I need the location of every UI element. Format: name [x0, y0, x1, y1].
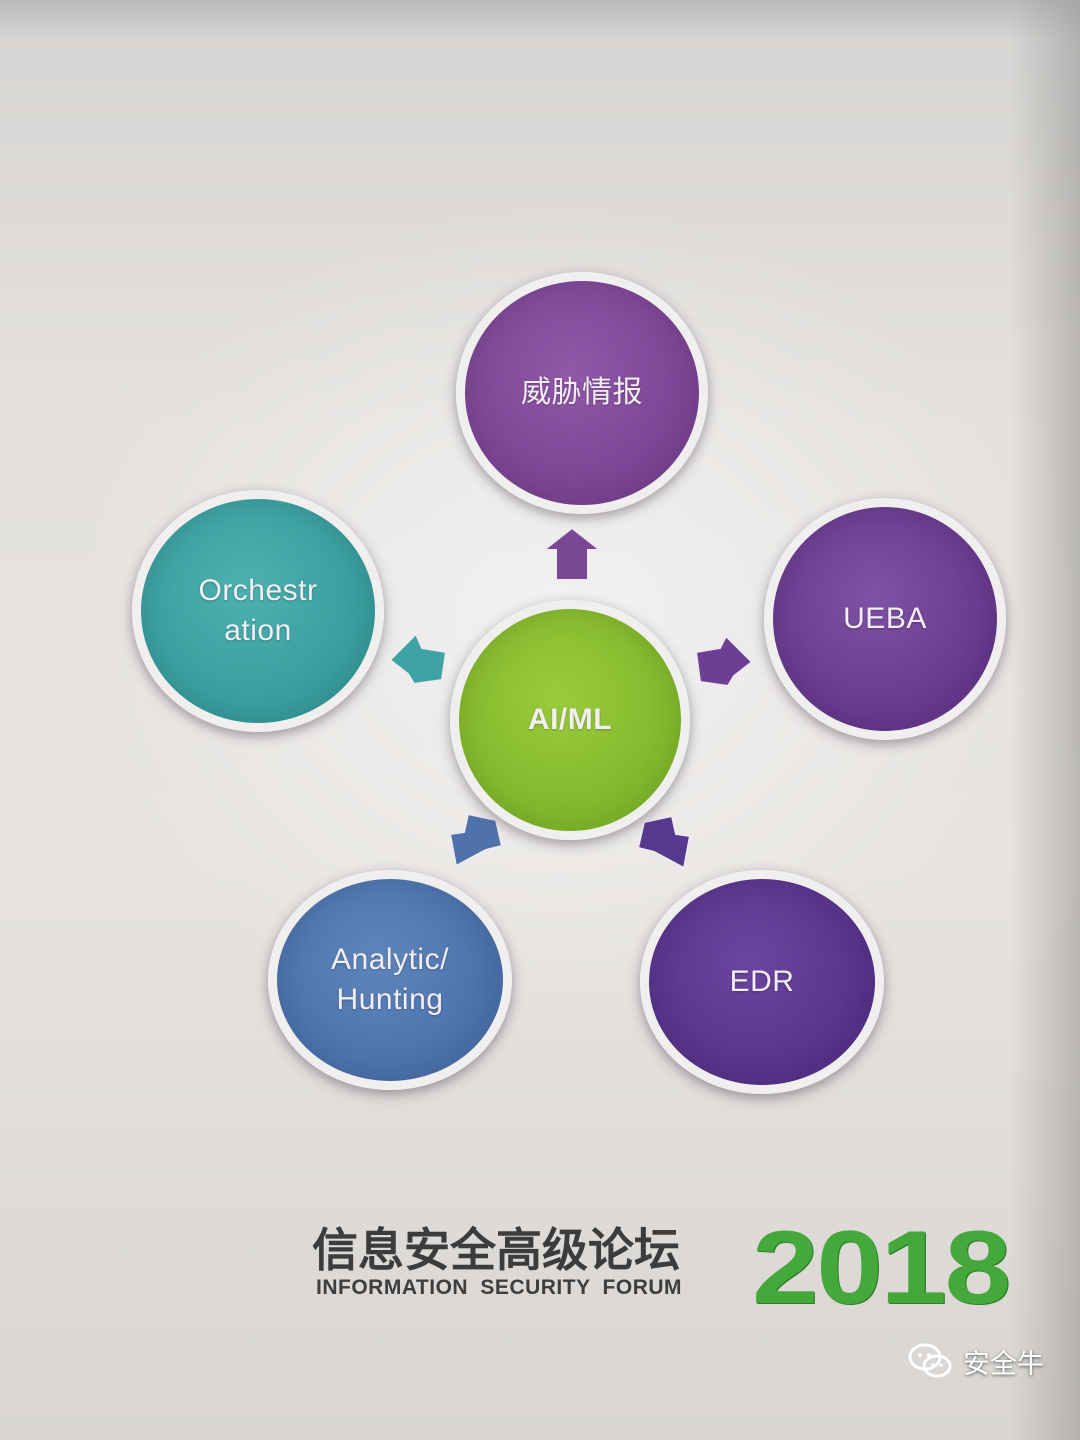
forum-name-en: INFORMATION SECURITY FORUM — [316, 1276, 683, 1299]
forum-logo: 信息安全高级论坛 INFORMATION SECURITY FORUM 2018 — [312, 1210, 1052, 1320]
forum-year: 2018 — [752, 1210, 1011, 1326]
arrow-to-analytic-hunting — [448, 812, 504, 868]
node-edr: EDR — [640, 870, 884, 1094]
arrow-shape — [636, 814, 692, 870]
node-center-ai-ml: AI/ML — [450, 600, 690, 840]
arrow-to-threat-intel — [542, 526, 602, 581]
arrow-to-orchestration — [388, 632, 448, 686]
arrow-shape — [448, 812, 504, 868]
node-label: Analytic/ Hunting — [331, 942, 449, 1017]
wechat-icon — [908, 1343, 952, 1378]
arrow-shape — [388, 632, 448, 686]
node-analytic-hunting: Analytic/ Hunting — [268, 870, 512, 1090]
watermark: 安全牛 — [907, 1336, 1044, 1386]
node-threat-intel: 威胁情报 — [456, 272, 708, 514]
node-orchestration: Orchestr ation — [132, 490, 384, 732]
arrow-shape — [694, 634, 754, 688]
watermark-text: 安全牛 — [963, 1348, 1044, 1380]
node-ueba: UEBA — [764, 498, 1006, 740]
node-label: Orchestr ation — [198, 573, 318, 648]
node-label: 威胁情报 — [521, 375, 643, 409]
node-label: UEBA — [843, 601, 927, 635]
center-label: AI/ML — [527, 702, 613, 736]
arrow-to-ueba — [694, 634, 754, 688]
forum-name-cn: 信息安全高级论坛 — [312, 1223, 680, 1277]
node-label: EDR — [729, 964, 795, 998]
arrow-to-edr — [636, 814, 692, 870]
arrow-shape — [542, 526, 602, 581]
